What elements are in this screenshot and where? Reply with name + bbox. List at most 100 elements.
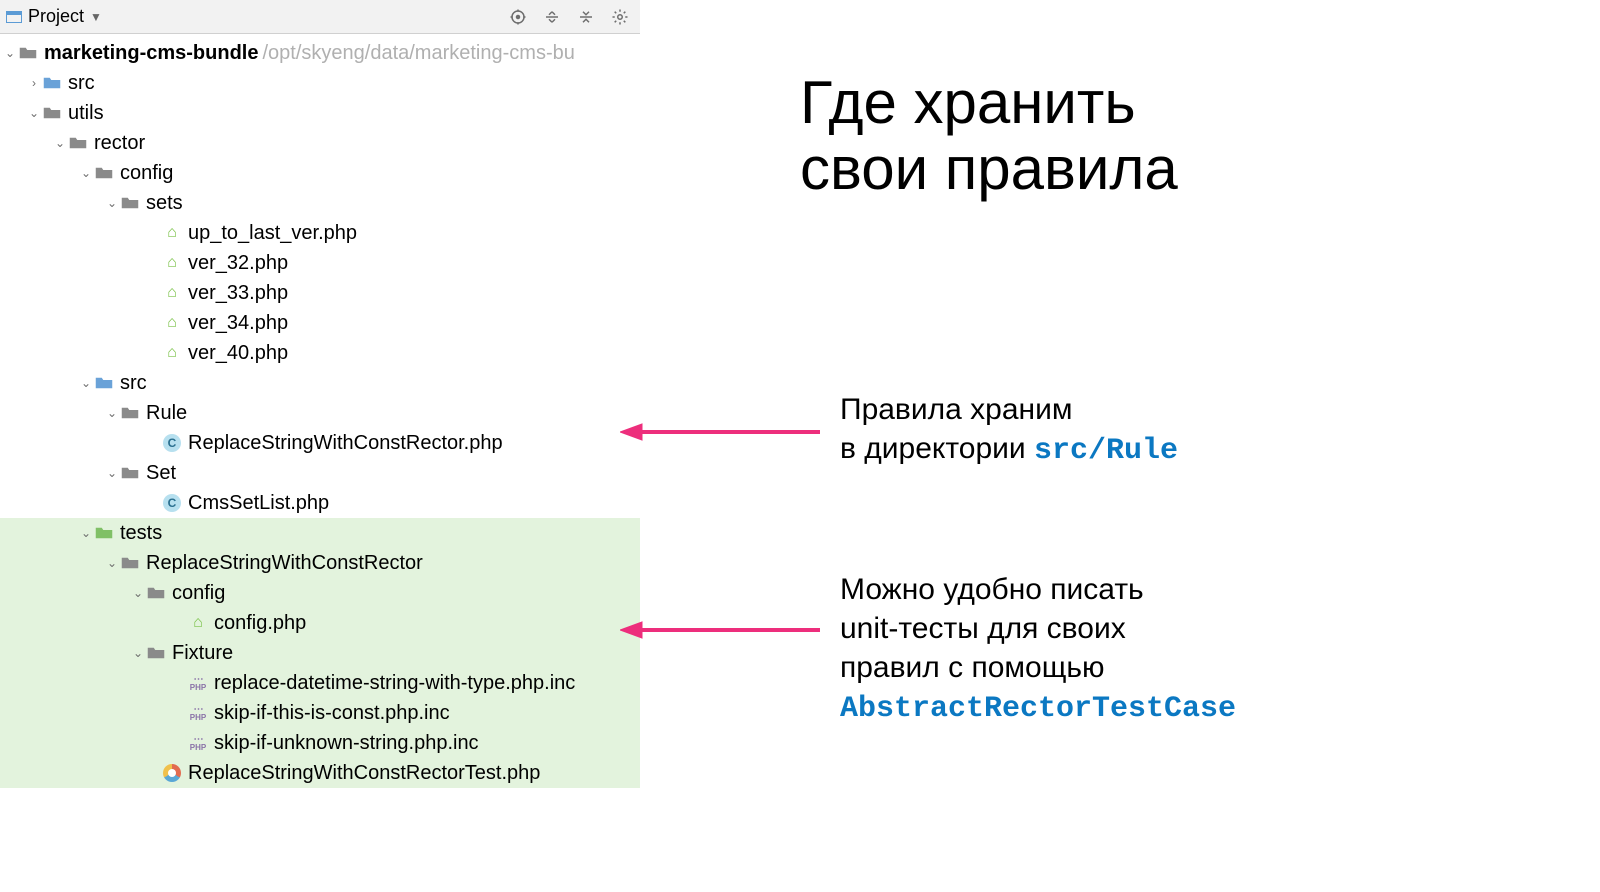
folder-icon <box>42 103 62 123</box>
tree-file[interactable]: CCmsSetList.php <box>0 488 640 518</box>
tree-folder-src[interactable]: › src <box>0 68 640 98</box>
annotation-line: правил с помощью <box>840 651 1105 684</box>
project-panel: Project ▼ ⌄ marketing-cms-bundle /opt/sk… <box>0 0 640 788</box>
tree-label: config <box>120 162 173 185</box>
chevron-down-icon[interactable]: ⌄ <box>104 466 120 480</box>
php-inc-file-icon: ⋯PHP <box>188 733 208 753</box>
annotation-tests: Можно удобно писать unit-тесты для своих… <box>840 570 1236 729</box>
tree-file[interactable]: ⌂config.php <box>0 608 640 638</box>
annotation-code: AbstractRectorTestCase <box>840 692 1236 726</box>
project-root-path: /opt/skyeng/data/marketing-cms-bu <box>262 42 574 65</box>
chevron-down-icon[interactable]: ⌄ <box>26 106 42 120</box>
chevron-right-icon[interactable]: › <box>26 76 42 90</box>
chevron-down-icon[interactable]: ⌄ <box>78 166 94 180</box>
tree-file[interactable]: ⌂ ver_33.php <box>0 278 640 308</box>
slide-title-line1: Где хранить <box>800 69 1136 136</box>
arrow-icon <box>620 420 820 444</box>
php-file-icon: ⌂ <box>162 223 182 243</box>
folder-icon <box>68 133 88 153</box>
tree-label: Rule <box>146 402 187 425</box>
gear-icon[interactable] <box>606 3 634 31</box>
tree-folder-testcase[interactable]: ⌄ ReplaceStringWithConstRector <box>0 548 640 578</box>
tree-file-label: ver_33.php <box>188 282 288 305</box>
tree-file[interactable]: ⋯PHP skip-if-this-is-const.php.inc <box>0 698 640 728</box>
project-root-name: marketing-cms-bundle <box>44 42 258 65</box>
slide-title: Где хранить свои правила <box>800 70 1178 202</box>
tree-folder-tests[interactable]: ⌄ tests <box>0 518 640 548</box>
folder-icon <box>120 403 140 423</box>
tree-label: sets <box>146 192 183 215</box>
chevron-down-icon[interactable]: ⌄ <box>104 556 120 570</box>
tree-label: src <box>120 372 147 395</box>
tree-label: Set <box>146 462 176 485</box>
tree-file[interactable]: ⋯PHPreplace-datetime-string-with-type.ph… <box>0 668 640 698</box>
tree-folder-rule[interactable]: ⌄ Rule <box>0 398 640 428</box>
php-file-icon: ⌂ <box>162 253 182 273</box>
folder-icon <box>146 643 166 663</box>
chevron-down-icon[interactable]: ⌄ <box>78 526 94 540</box>
tree-folder-rector[interactable]: ⌄ rector <box>0 128 640 158</box>
project-view-selector[interactable]: Project ▼ <box>6 6 102 27</box>
tree-root[interactable]: ⌄ marketing-cms-bundle /opt/skyeng/data/… <box>0 38 640 68</box>
tree-file-label: up_to_last_ver.php <box>188 222 357 245</box>
annotation-rules-location: Правила храним в директории src/Rule <box>840 390 1178 471</box>
tree-folder-config[interactable]: ⌄ config <box>0 158 640 188</box>
arrow-icon <box>620 618 820 642</box>
tree-file[interactable]: ReplaceStringWithConstRectorTest.php <box>0 758 640 788</box>
annotation-code: src/Rule <box>1034 434 1178 468</box>
tree-label: tests <box>120 522 162 545</box>
php-file-icon: ⌂ <box>188 613 208 633</box>
php-inc-file-icon: ⋯PHP <box>188 703 208 723</box>
chevron-down-icon[interactable]: ⌄ <box>78 376 94 390</box>
class-file-icon: C <box>162 433 182 453</box>
php-file-icon: ⌂ <box>162 283 182 303</box>
annotation-line: unit-тесты для своих <box>840 612 1126 645</box>
tree-folder-sets[interactable]: ⌄ sets <box>0 188 640 218</box>
dropdown-icon: ▼ <box>90 10 102 24</box>
chevron-down-icon[interactable]: ⌄ <box>52 136 68 150</box>
chevron-down-icon[interactable]: ⌄ <box>2 46 18 60</box>
tree-file[interactable]: ⋯PHP skip-if-unknown-string.php.inc <box>0 728 640 758</box>
tree-file[interactable]: ⌂ver_32.php <box>0 248 640 278</box>
tree-file[interactable]: ⌂ver_34.php <box>0 308 640 338</box>
folder-icon <box>120 553 140 573</box>
php-file-icon: ⌂ <box>162 313 182 333</box>
project-window-icon <box>6 11 22 23</box>
folder-icon <box>120 193 140 213</box>
tree-file-label: ReplaceStringWithConstRectorTest.php <box>188 762 540 785</box>
tree-file-label: CmsSetList.php <box>188 492 329 515</box>
expand-all-icon[interactable] <box>538 3 566 31</box>
tree-file[interactable]: ⌂ up_to_last_ver.php <box>0 218 640 248</box>
project-tree: ⌄ marketing-cms-bundle /opt/skyeng/data/… <box>0 34 640 788</box>
collapse-all-icon[interactable] <box>572 3 600 31</box>
tree-folder-set[interactable]: ⌄ Set <box>0 458 640 488</box>
chevron-down-icon[interactable]: ⌄ <box>104 406 120 420</box>
tree-folder-utils[interactable]: ⌄ utils <box>0 98 640 128</box>
slide-title-line2: свои правила <box>800 135 1178 202</box>
chevron-down-icon[interactable]: ⌄ <box>104 196 120 210</box>
tree-label: ReplaceStringWithConstRector <box>146 552 423 575</box>
locate-icon[interactable] <box>504 3 532 31</box>
tree-folder-fixture[interactable]: ⌄ Fixture <box>0 638 640 668</box>
tree-label: utils <box>68 102 104 125</box>
chevron-down-icon[interactable]: ⌄ <box>130 586 146 600</box>
php-inc-file-icon: ⋯PHP <box>188 673 208 693</box>
folder-icon <box>146 583 166 603</box>
tree-file-label: skip-if-unknown-string.php.inc <box>214 732 479 755</box>
tree-label: src <box>68 72 95 95</box>
tree-file-label: skip-if-this-is-const.php.inc <box>214 702 450 725</box>
folder-icon <box>18 43 38 63</box>
project-view-label: Project <box>28 6 84 27</box>
chevron-down-icon[interactable]: ⌄ <box>130 646 146 660</box>
project-toolbar: Project ▼ <box>0 0 640 34</box>
folder-icon <box>42 73 62 93</box>
tree-folder-test-config[interactable]: ⌄ config <box>0 578 640 608</box>
test-file-icon <box>162 763 182 783</box>
folder-icon <box>94 163 114 183</box>
tree-label: config <box>172 582 225 605</box>
php-file-icon: ⌂ <box>162 343 182 363</box>
tree-file[interactable]: CReplaceStringWithConstRector.php <box>0 428 640 458</box>
tree-file[interactable]: ⌂ver_40.php <box>0 338 640 368</box>
tree-folder-rector-src[interactable]: ⌄ src <box>0 368 640 398</box>
annotation-line: Можно удобно писать <box>840 573 1144 606</box>
